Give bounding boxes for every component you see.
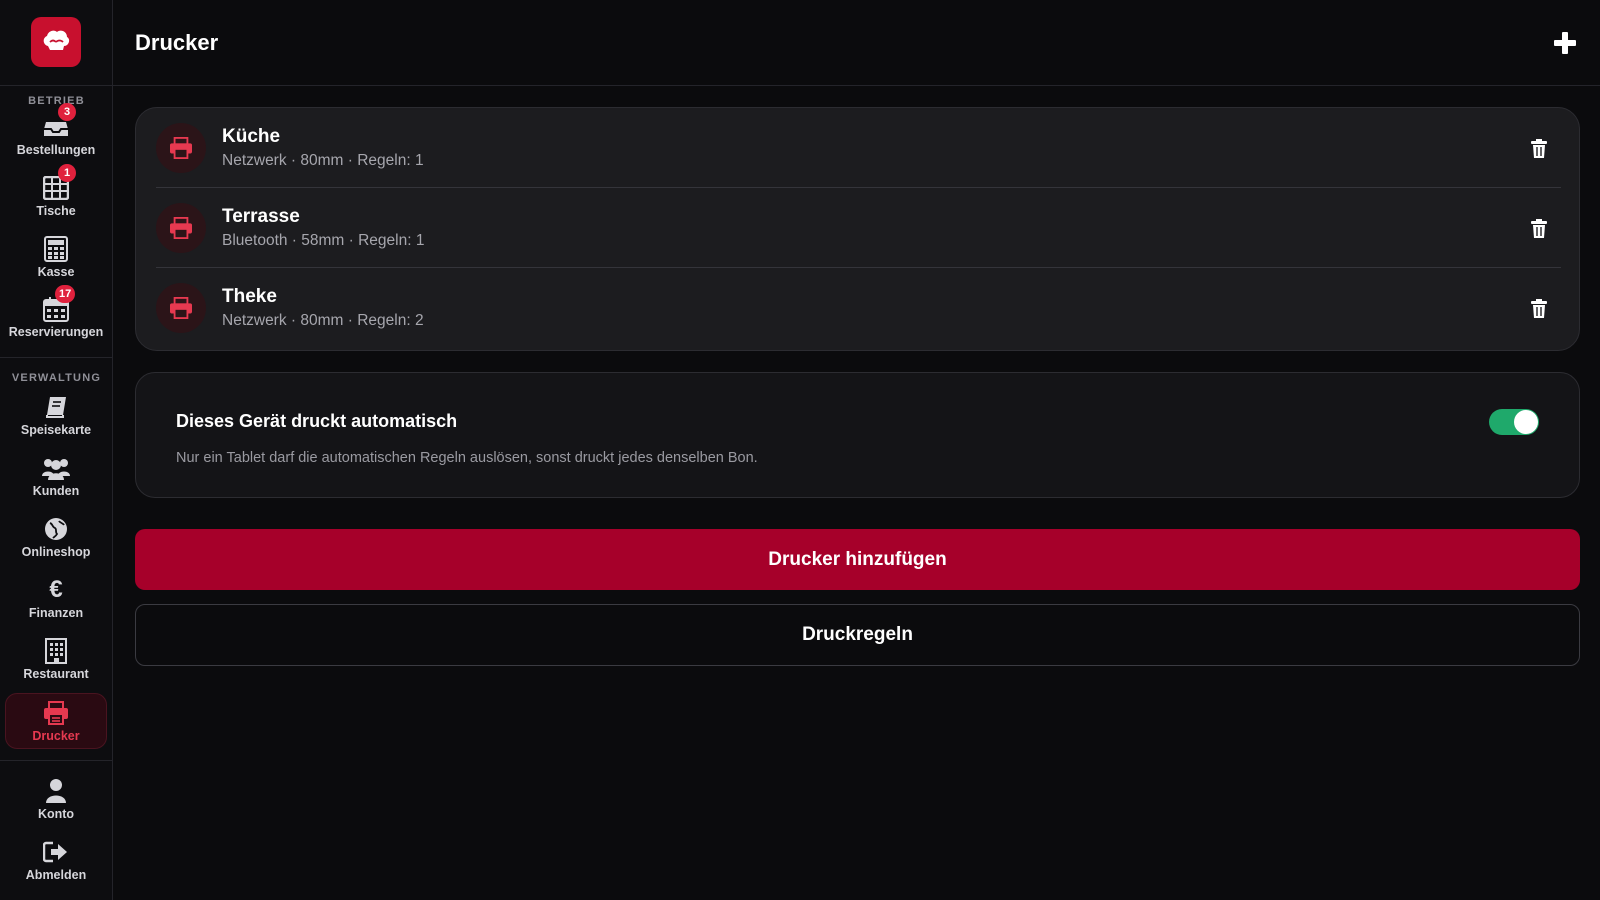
auto-print-title: Dieses Gerät druckt automatisch — [176, 411, 458, 431]
printer-meta: Netzwerk · 80mm · Regeln: 1 — [222, 151, 424, 169]
trash-icon — [1531, 298, 1547, 318]
delete-printer-button[interactable] — [1527, 216, 1551, 240]
printer-avatar — [156, 202, 206, 253]
printer-row[interactable]: Theke Netzwerk · 80mm · Regeln: 2 — [156, 268, 1561, 348]
sidebar-item-account[interactable]: Konto — [5, 772, 107, 828]
user-icon — [46, 779, 66, 803]
printer-icon — [170, 297, 192, 319]
logout-icon — [43, 841, 67, 863]
printer-meta: Bluetooth · 58mm · Regeln: 1 — [222, 231, 425, 249]
section-divider — [0, 760, 113, 761]
toggle-knob — [1514, 410, 1538, 434]
sidebar-item-reservations[interactable]: 17 Reservierungen — [5, 285, 107, 346]
building-icon — [45, 638, 67, 664]
euro-icon: € — [49, 576, 63, 603]
printer-icon — [170, 216, 192, 239]
printer-name: Theke — [222, 286, 277, 307]
reservations-badge: 17 — [55, 285, 76, 303]
sidebar-item-customers[interactable]: Kunden — [5, 449, 107, 505]
sidebar-item-label: Konto — [37, 807, 75, 821]
trash-icon — [1531, 138, 1547, 158]
app-logo[interactable] — [31, 17, 81, 67]
delete-printer-button[interactable] — [1527, 296, 1551, 320]
delete-printer-button[interactable] — [1527, 136, 1551, 160]
sidebar-item-menu[interactable]: Speisekarte — [5, 388, 107, 444]
printer-icon — [170, 136, 192, 159]
auto-print-toggle[interactable] — [1489, 409, 1539, 435]
sidebar-item-label: Bestellungen — [16, 143, 96, 157]
auto-print-description: Nur ein Tablet darf die automatischen Re… — [176, 450, 758, 466]
trash-icon — [1531, 218, 1547, 238]
printer-avatar — [156, 283, 206, 333]
add-printer-icon-button[interactable] — [1550, 28, 1580, 58]
plus-icon — [1554, 32, 1576, 54]
sidebar-item-label: Finanzen — [28, 606, 84, 620]
page-title: Drucker — [135, 30, 219, 55]
sidebar-item-tables[interactable]: 1 Tische — [5, 164, 107, 225]
sidebar-item-label: Speisekarte — [20, 423, 92, 437]
section-divider — [0, 357, 113, 358]
sidebar-item-label: Kasse — [37, 265, 75, 279]
sidebar-item-label: Drucker — [32, 729, 80, 743]
add-printer-button[interactable]: Drucker hinzufügen — [135, 529, 1580, 590]
tables-badge: 1 — [58, 164, 76, 182]
sidebar-item-label: Restaurant — [23, 667, 89, 681]
sidebar-item-label: Reservierungen — [8, 325, 104, 339]
sidebar-item-cashier[interactable]: Kasse — [5, 230, 107, 286]
printer-row[interactable]: Terrasse Bluetooth · 58mm · Regeln: 1 — [156, 188, 1561, 268]
page-header: Drucker — [113, 0, 1600, 86]
chef-hat-icon — [43, 30, 70, 50]
sidebar-item-onlineshop[interactable]: Onlineshop — [5, 510, 107, 566]
section-label-operation: BETRIEB — [28, 95, 85, 107]
printer-icon — [44, 701, 68, 725]
printer-list: Küche Netzwerk · 80mm · Regeln: 1 Terras… — [135, 107, 1580, 351]
sidebar-item-printers[interactable]: Drucker — [5, 693, 107, 749]
printer-name: Küche — [222, 125, 281, 147]
orders-badge: 3 — [58, 103, 76, 121]
sidebar-item-label: Kunden — [32, 484, 80, 498]
globe-icon — [45, 518, 67, 540]
book-icon — [46, 397, 66, 418]
sidebar-item-label: Abmelden — [25, 868, 87, 882]
printer-avatar — [156, 122, 206, 173]
printer-meta: Netzwerk · 80mm · Regeln: 2 — [222, 312, 424, 329]
logo-divider — [0, 85, 113, 86]
sidebar-item-label: Tische — [36, 204, 76, 218]
printer-name: Terrasse — [222, 205, 300, 227]
print-rules-button[interactable]: Druckregeln — [135, 604, 1580, 666]
auto-print-card: Dieses Gerät druckt automatisch Nur ein … — [135, 372, 1580, 498]
section-label-management: VERWALTUNG — [11, 372, 102, 384]
sidebar-item-label: Onlineshop — [21, 545, 91, 559]
sidebar-item-logout[interactable]: Abmelden — [5, 833, 107, 889]
sidebar-item-restaurant[interactable]: Restaurant — [5, 632, 107, 688]
sidebar: BETRIEB 3 Bestellungen 1 Tische Kasse 17… — [0, 0, 113, 900]
sidebar-item-finances[interactable]: € Finanzen — [5, 571, 107, 627]
sidebar-item-orders[interactable]: 3 Bestellungen — [5, 103, 107, 164]
calculator-icon — [44, 236, 68, 262]
printer-row[interactable]: Küche Netzwerk · 80mm · Regeln: 1 — [156, 108, 1561, 188]
users-icon — [42, 459, 70, 480]
